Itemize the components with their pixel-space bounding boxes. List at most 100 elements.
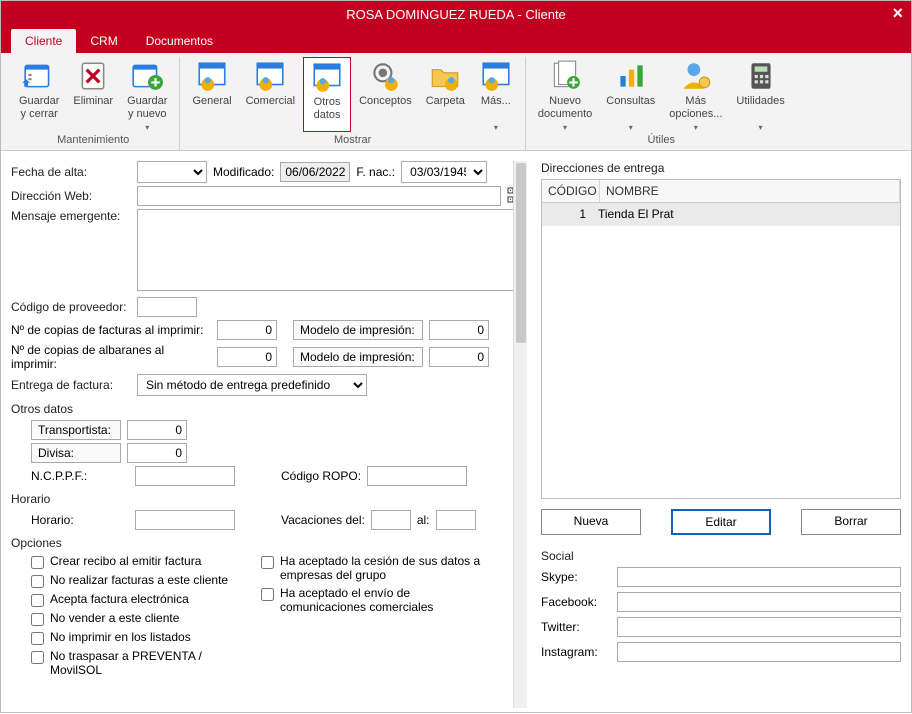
btn-mas-opciones-label: Más opciones... bbox=[669, 95, 722, 123]
lbl-ncppf: N.C.P.P.F.: bbox=[31, 469, 129, 483]
divisa-input[interactable] bbox=[127, 443, 187, 463]
btn-conceptos-label: Conceptos bbox=[359, 95, 412, 123]
direccion-web-input[interactable] bbox=[137, 186, 501, 206]
btn-borrar[interactable]: Borrar bbox=[801, 509, 901, 535]
window-title: ROSA DOMINGUEZ RUEDA - Cliente bbox=[346, 7, 566, 22]
btn-divisa[interactable]: Divisa: bbox=[31, 443, 121, 463]
col-codigo[interactable]: CÓDIGO bbox=[542, 180, 600, 202]
btn-mas-label: Más... bbox=[481, 95, 511, 123]
btn-otros-datos-label: Otros datos bbox=[314, 96, 341, 124]
btn-carpeta[interactable]: Carpeta bbox=[420, 57, 471, 132]
btn-comercial[interactable]: Comercial bbox=[240, 57, 302, 132]
btn-mas-opciones[interactable]: Más opciones... ▾ bbox=[663, 57, 728, 132]
chevron-down-icon: ▾ bbox=[694, 123, 698, 132]
delivery-grid-body[interactable]: 1 Tienda El Prat bbox=[542, 203, 900, 498]
lbl-direccion-web: Dirección Web: bbox=[11, 189, 131, 203]
section-horario: Horario bbox=[11, 492, 523, 506]
codigo-ropo-input[interactable] bbox=[367, 466, 467, 486]
row-codigo: 1 bbox=[542, 203, 592, 225]
save-close-icon bbox=[22, 59, 56, 93]
lbl-fnac: F. nac.: bbox=[356, 165, 395, 179]
btn-utilidades[interactable]: Utilidades ▾ bbox=[730, 57, 790, 132]
col-nombre[interactable]: NOMBRE bbox=[600, 180, 900, 202]
chk-envio-com[interactable] bbox=[261, 588, 274, 601]
tab-documentos[interactable]: Documentos bbox=[132, 29, 227, 53]
btn-nuevo-documento-label: Nuevo documento bbox=[538, 95, 592, 123]
modelo-impresion-a-input[interactable] bbox=[429, 320, 489, 340]
lbl-horario: Horario: bbox=[31, 513, 129, 527]
facebook-input[interactable] bbox=[617, 592, 901, 612]
skype-input[interactable] bbox=[617, 567, 901, 587]
tab-strip: Cliente CRM Documentos bbox=[1, 27, 911, 53]
chk-acepta-elec[interactable] bbox=[31, 594, 44, 607]
btn-editar[interactable]: Editar bbox=[671, 509, 771, 535]
chevron-down-icon: ▾ bbox=[145, 123, 149, 132]
btn-general-label: General bbox=[192, 95, 231, 123]
table-row[interactable]: 1 Tienda El Prat bbox=[542, 203, 900, 226]
vacaciones-al-input[interactable] bbox=[436, 510, 476, 530]
ribbon-group-mostrar: General Comercial Otros datos Conceptos … bbox=[180, 57, 525, 150]
btn-general[interactable]: General bbox=[186, 57, 237, 132]
fecha-alta-input[interactable] bbox=[137, 161, 207, 183]
btn-comercial-label: Comercial bbox=[246, 95, 296, 123]
ribbon: Guardar y cerrar Eliminar Guardar y nuev… bbox=[1, 53, 911, 151]
chk-no-vender[interactable] bbox=[31, 613, 44, 626]
chevron-down-icon: ▾ bbox=[759, 123, 763, 132]
lbl-chk-recibo: Crear recibo al emitir factura bbox=[50, 554, 201, 568]
horario-input[interactable] bbox=[135, 510, 235, 530]
btn-utilidades-label: Utilidades bbox=[736, 95, 784, 123]
modificado-value bbox=[280, 162, 350, 182]
btn-guardar-nuevo[interactable]: Guardar y nuevo ▾ bbox=[121, 57, 173, 132]
entrega-factura-select[interactable]: Sin método de entrega predefinido bbox=[137, 374, 367, 396]
transportista-input[interactable] bbox=[127, 420, 187, 440]
conceptos-icon bbox=[368, 59, 402, 93]
lbl-chk-nofacturas: No realizar facturas a este cliente bbox=[50, 573, 228, 587]
btn-mas[interactable]: Más... ▾ bbox=[473, 57, 519, 132]
twitter-input[interactable] bbox=[617, 617, 901, 637]
form-left-column: Fecha de alta: Modificado: F. nac.: 03/0… bbox=[11, 161, 527, 708]
chk-cesion-datos[interactable] bbox=[261, 556, 274, 569]
tab-cliente[interactable]: Cliente bbox=[11, 29, 76, 53]
lbl-mensaje-emergente: Mensaje emergente: bbox=[11, 209, 131, 223]
delete-icon bbox=[76, 59, 110, 93]
lbl-instagram: Instagram: bbox=[541, 645, 611, 659]
ribbon-group-utiles: Nuevo documento ▾ Consultas ▾ Más opcion… bbox=[526, 57, 797, 150]
btn-nuevo-documento[interactable]: Nuevo documento ▾ bbox=[532, 57, 598, 132]
group-mostrar-label: Mostrar bbox=[334, 132, 371, 150]
chk-no-facturas[interactable] bbox=[31, 575, 44, 588]
btn-transportista[interactable]: Transportista: bbox=[31, 420, 121, 440]
save-new-icon bbox=[130, 59, 164, 93]
lbl-al: al: bbox=[417, 513, 430, 527]
btn-otros-datos[interactable]: Otros datos bbox=[303, 57, 351, 132]
instagram-input[interactable] bbox=[617, 642, 901, 662]
btn-guardar-cerrar[interactable]: Guardar y cerrar bbox=[13, 57, 65, 132]
scrollbar[interactable] bbox=[513, 161, 527, 708]
chk-no-traspasar[interactable] bbox=[31, 651, 44, 664]
copias-facturas-input[interactable] bbox=[217, 320, 277, 340]
group-utiles-label: Útiles bbox=[648, 132, 676, 150]
ribbon-group-mantenimiento: Guardar y cerrar Eliminar Guardar y nuev… bbox=[7, 57, 180, 150]
chk-no-imprimir[interactable] bbox=[31, 632, 44, 645]
row-nombre: Tienda El Prat bbox=[592, 203, 900, 225]
btn-nueva[interactable]: Nueva bbox=[541, 509, 641, 535]
calculator-icon bbox=[744, 59, 778, 93]
vacaciones-del-input[interactable] bbox=[371, 510, 411, 530]
modelo-impresion-b-input[interactable] bbox=[429, 347, 489, 367]
title-bar: ROSA DOMINGUEZ RUEDA - Cliente × bbox=[1, 1, 911, 27]
chk-crear-recibo[interactable] bbox=[31, 556, 44, 569]
btn-eliminar-label: Eliminar bbox=[73, 95, 113, 123]
close-icon[interactable]: × bbox=[892, 3, 903, 24]
btn-consultas[interactable]: Consultas ▾ bbox=[600, 57, 661, 132]
fnac-input[interactable]: 03/03/1945 bbox=[401, 161, 487, 183]
btn-conceptos[interactable]: Conceptos bbox=[353, 57, 418, 132]
lbl-chk-noimprimir: No imprimir en los listados bbox=[50, 630, 191, 644]
ncppf-input[interactable] bbox=[135, 466, 235, 486]
tab-crm[interactable]: CRM bbox=[76, 29, 131, 53]
mensaje-emergente-input[interactable] bbox=[137, 209, 523, 291]
lbl-modelo-impresion-b[interactable]: Modelo de impresión: bbox=[293, 347, 423, 367]
lbl-modelo-impresion-a[interactable]: Modelo de impresión: bbox=[293, 320, 423, 340]
codigo-proveedor-input[interactable] bbox=[137, 297, 197, 317]
btn-eliminar[interactable]: Eliminar bbox=[67, 57, 119, 132]
copias-albaranes-input[interactable] bbox=[217, 347, 277, 367]
chart-icon bbox=[614, 59, 648, 93]
